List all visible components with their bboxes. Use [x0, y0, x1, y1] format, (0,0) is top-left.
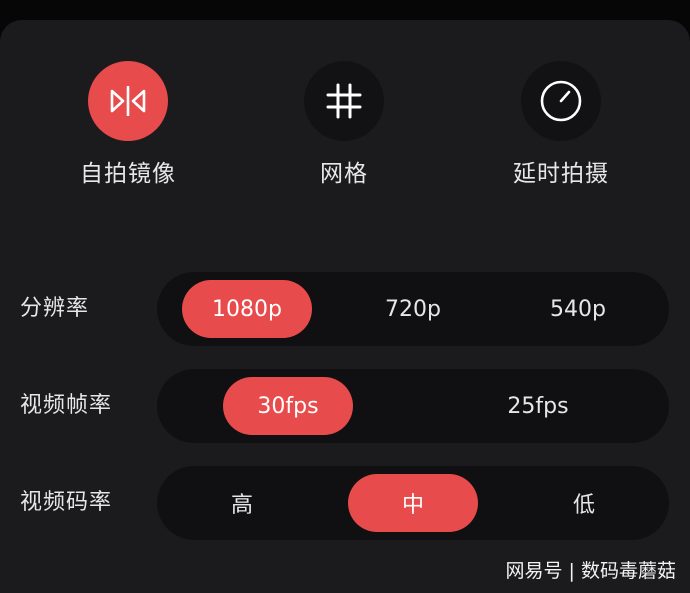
resolution-row: 分辨率 1080p 720p 540p [0, 272, 690, 346]
bitrate-label: 视频码率 [20, 490, 113, 515]
bitrate-row: 视频码率 高 中 低 [0, 466, 690, 540]
bitrate-option-medium[interactable]: 中 [348, 474, 478, 532]
timer-icon [540, 80, 582, 122]
bitrate-selector: 高 中 低 [157, 466, 669, 540]
frame-rate-option-30fps[interactable]: 30fps [223, 377, 353, 435]
timer-label: 延时拍摄 [513, 161, 609, 187]
quick-actions-row: 自拍镜像 网格 延时拍摄 [0, 61, 690, 191]
frame-rate-label: 视频帧率 [20, 393, 113, 418]
bitrate-option-high[interactable]: 高 [177, 474, 307, 532]
frame-rate-row: 视频帧率 30fps 25fps [0, 369, 690, 443]
resolution-option-540p[interactable]: 540p [513, 280, 643, 338]
grid-button[interactable] [304, 61, 384, 141]
timer-toggle[interactable]: 延时拍摄 [471, 61, 651, 189]
mirror-icon [110, 86, 146, 116]
watermark-text: 网易号 | 数码毒蘑菇 [505, 560, 676, 582]
mirror-button[interactable] [88, 61, 168, 141]
resolution-option-720p[interactable]: 720p [348, 280, 478, 338]
resolution-selector: 1080p 720p 540p [157, 272, 669, 346]
timer-button[interactable] [521, 61, 601, 141]
resolution-option-1080p[interactable]: 1080p [182, 280, 312, 338]
grid-label: 网格 [320, 161, 368, 187]
frame-rate-selector: 30fps 25fps [157, 369, 669, 443]
resolution-label: 分辨率 [20, 296, 90, 321]
mirror-toggle[interactable]: 自拍镜像 [38, 61, 218, 189]
mirror-label: 自拍镜像 [80, 161, 176, 187]
bitrate-option-low[interactable]: 低 [519, 474, 649, 532]
grid-icon [326, 83, 362, 119]
settings-panel: 自拍镜像 网格 延时拍摄 分辨率 1080p 720p 540p 视频帧率 30… [0, 20, 690, 593]
grid-toggle[interactable]: 网格 [254, 61, 434, 189]
frame-rate-option-25fps[interactable]: 25fps [473, 377, 603, 435]
